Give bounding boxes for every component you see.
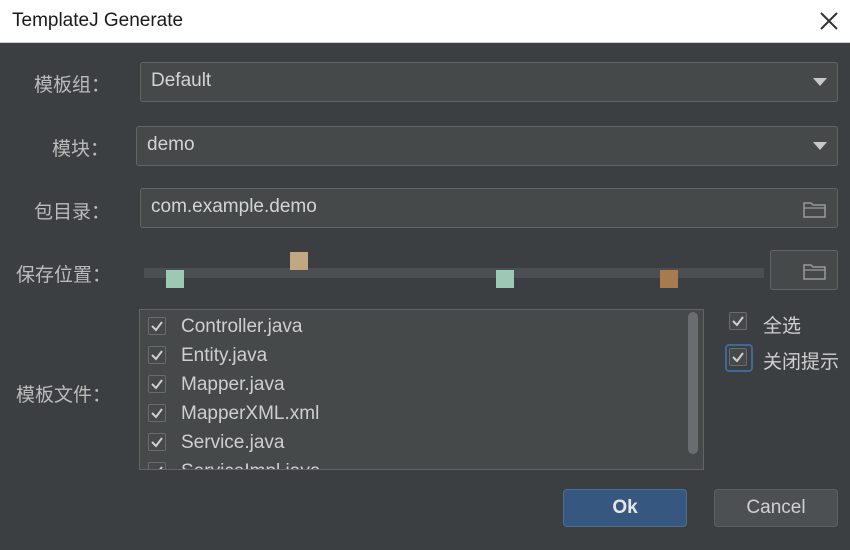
template-group-select[interactable]: Default	[140, 62, 838, 102]
checkbox[interactable]	[148, 462, 166, 469]
redaction-block	[166, 270, 184, 288]
file-name: Controller.java	[181, 316, 303, 337]
templatej-generate-dialog: TemplateJ Generate 模板组： Default 模块： demo…	[0, 0, 850, 550]
checkmark-icon	[732, 352, 744, 363]
checkbox[interactable]	[148, 346, 166, 364]
checkbox[interactable]	[148, 317, 166, 335]
checkmark-icon	[151, 437, 163, 448]
file-name: Service.java	[181, 432, 285, 453]
list-scrollbar[interactable]	[688, 312, 698, 454]
file-name: ServiceImpl.java	[181, 461, 320, 469]
module-value: demo	[147, 134, 195, 155]
template-group-value: Default	[151, 70, 212, 91]
package-label: 包目录：	[34, 201, 111, 223]
file-name: Mapper.java	[181, 374, 285, 395]
close-prompt-checkbox[interactable]	[729, 348, 747, 366]
checkmark-icon	[151, 321, 163, 332]
template-group-label: 模板组：	[34, 74, 111, 96]
file-name: Entity.java	[181, 345, 268, 366]
redaction-block	[496, 270, 514, 288]
cancel-button[interactable]: Cancel	[714, 489, 838, 527]
window-title: TemplateJ Generate	[12, 10, 184, 31]
template-files-list[interactable]: Controller.java Entity.java Mapper.java …	[139, 309, 704, 470]
select-all-label: 全选	[763, 315, 802, 337]
save-path-label: 保存位置：	[16, 264, 112, 286]
save-path-input[interactable]	[140, 250, 838, 290]
package-value: com.example.demo	[151, 196, 317, 217]
ok-button[interactable]: Ok	[563, 489, 687, 527]
module-label: 模块：	[52, 138, 110, 160]
save-path-browse[interactable]	[770, 250, 838, 290]
title-bar: TemplateJ Generate	[0, 0, 850, 43]
checkmark-icon	[732, 316, 744, 327]
select-all-checkbox[interactable]	[729, 312, 747, 330]
checkmark-icon	[151, 408, 163, 419]
checkbox[interactable]	[148, 375, 166, 393]
checkmark-icon	[151, 379, 163, 390]
package-input[interactable]: com.example.demo	[140, 188, 838, 228]
module-select[interactable]: demo	[136, 126, 838, 166]
checkmark-icon	[159, 466, 163, 469]
chevron-down-icon	[813, 78, 827, 86]
redaction-block	[660, 270, 678, 288]
file-name: MapperXML.xml	[181, 403, 320, 424]
folder-icon[interactable]	[803, 200, 827, 218]
redaction-block	[290, 252, 308, 270]
close-icon[interactable]	[816, 8, 842, 34]
checkbox[interactable]	[148, 433, 166, 451]
folder-icon[interactable]	[803, 262, 827, 280]
checkbox[interactable]	[148, 404, 166, 422]
chevron-down-icon	[813, 142, 827, 150]
template-files-label: 模板文件：	[16, 384, 112, 406]
close-prompt-label: 关闭提示	[763, 351, 840, 373]
checkmark-icon	[151, 350, 163, 361]
